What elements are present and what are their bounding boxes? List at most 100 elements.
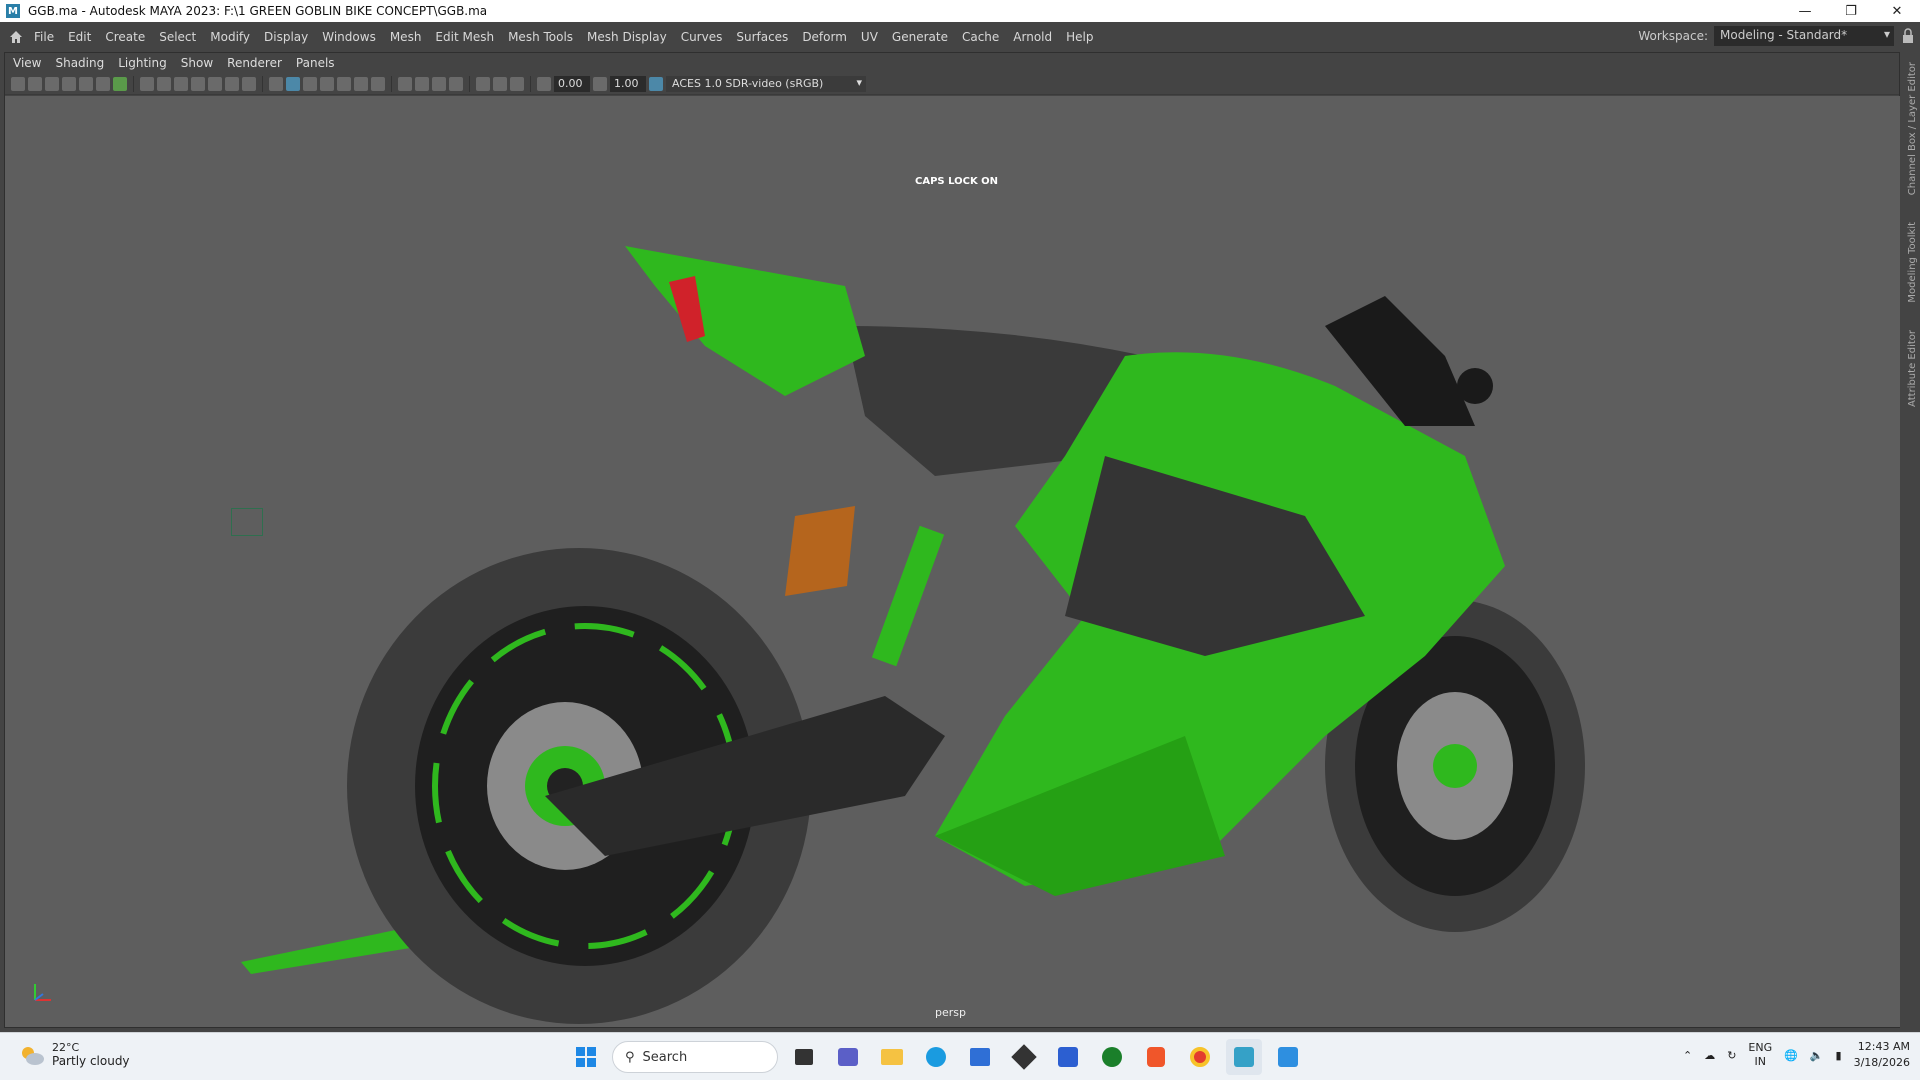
brave-icon[interactable]: [1138, 1039, 1174, 1075]
xray-components-icon[interactable]: [510, 76, 524, 91]
unity-icon[interactable]: [1006, 1039, 1042, 1075]
menu-file[interactable]: File: [34, 30, 54, 44]
search-label: Search: [642, 1049, 688, 1065]
menu-mesh-display[interactable]: Mesh Display: [587, 30, 667, 44]
lock-icon[interactable]: [1902, 28, 1914, 44]
smooth-shade-icon[interactable]: [286, 76, 300, 91]
xray-icon[interactable]: [371, 76, 385, 91]
tab-attribute-editor[interactable]: Attribute Editor: [1907, 330, 1918, 407]
shadows-icon[interactable]: [354, 76, 368, 91]
textured-icon[interactable]: [320, 76, 334, 91]
menu-uv[interactable]: UV: [861, 30, 878, 44]
menu-mesh-tools[interactable]: Mesh Tools: [508, 30, 573, 44]
weather-widget[interactable]: 22°C Partly cloudy: [18, 1041, 130, 1068]
clock[interactable]: 12:43 AM 3/18/2026: [1854, 1039, 1910, 1071]
wireframe-icon[interactable]: [269, 76, 283, 91]
color-management-icon[interactable]: [649, 76, 663, 91]
wireframe-on-shaded-icon[interactable]: [303, 76, 317, 91]
safe-title-icon[interactable]: [242, 76, 256, 91]
menu-modify[interactable]: Modify: [210, 30, 250, 44]
camera-attributes-icon[interactable]: [28, 76, 42, 91]
panel-menu-show[interactable]: Show: [181, 56, 213, 70]
exposure-field[interactable]: 0.00: [554, 75, 590, 92]
menu-curves[interactable]: Curves: [681, 30, 723, 44]
isolate-select-icon[interactable]: [476, 76, 490, 91]
use-all-lights-icon[interactable]: [337, 76, 351, 91]
teams-icon[interactable]: [830, 1039, 866, 1075]
viewport-panel: View Shading Lighting Show Renderer Pane…: [4, 52, 1901, 1028]
chrome-icon[interactable]: [1182, 1039, 1218, 1075]
xbox-icon[interactable]: [1094, 1039, 1130, 1075]
language-code: ENG: [1748, 1041, 1773, 1054]
pencil-icon[interactable]: [113, 76, 127, 91]
restore-icon[interactable]: ❐: [1828, 0, 1874, 22]
menu-arnold[interactable]: Arnold: [1013, 30, 1052, 44]
xray-joints-icon[interactable]: [493, 76, 507, 91]
exposure-icon[interactable]: [537, 76, 551, 91]
store-icon[interactable]: [962, 1039, 998, 1075]
bookmark-icon[interactable]: [45, 76, 59, 91]
panel-menu-renderer[interactable]: Renderer: [227, 56, 282, 70]
view-transform-dropdown[interactable]: ACES 1.0 SDR-video (sRGB): [666, 75, 866, 92]
gamma-field[interactable]: 1.00: [610, 75, 646, 92]
gate-mask-icon[interactable]: [191, 76, 205, 91]
sync-icon[interactable]: ↻: [1727, 1049, 1736, 1062]
menu-select[interactable]: Select: [159, 30, 196, 44]
grease-pencil-icon[interactable]: [96, 76, 110, 91]
menu-display[interactable]: Display: [264, 30, 308, 44]
menu-cache[interactable]: Cache: [962, 30, 999, 44]
minimize-icon[interactable]: —: [1782, 0, 1828, 22]
camera-name-label: persp: [935, 1006, 966, 1019]
panel-menu-lighting[interactable]: Lighting: [118, 56, 167, 70]
anti-aliasing-icon[interactable]: [432, 76, 446, 91]
menu-generate[interactable]: Generate: [892, 30, 948, 44]
taskbar-apps: ⚲ Search: [568, 1039, 1306, 1075]
maya-taskbar-icon[interactable]: [1226, 1039, 1262, 1075]
paint-icon[interactable]: [1270, 1039, 1306, 1075]
film-gate-icon[interactable]: [157, 76, 171, 91]
panel-menu-panels[interactable]: Panels: [296, 56, 335, 70]
camera-select-icon[interactable]: [11, 76, 25, 91]
depth-of-field-icon[interactable]: [449, 76, 463, 91]
resolution-gate-icon[interactable]: [174, 76, 188, 91]
start-icon[interactable]: [568, 1039, 604, 1075]
safe-action-icon[interactable]: [225, 76, 239, 91]
menu-deform[interactable]: Deform: [802, 30, 847, 44]
tab-channel-box[interactable]: Channel Box / Layer Editor: [1907, 62, 1918, 195]
app-icon[interactable]: [1050, 1039, 1086, 1075]
menu-help[interactable]: Help: [1066, 30, 1093, 44]
language-region: IN: [1754, 1055, 1767, 1068]
field-chart-icon[interactable]: [208, 76, 222, 91]
network-icon[interactable]: 🌐: [1784, 1049, 1798, 1062]
motion-blur-icon[interactable]: [415, 76, 429, 91]
taskbar-search[interactable]: ⚲ Search: [612, 1041, 778, 1073]
language-indicator[interactable]: ENG IN: [1748, 1041, 1772, 1069]
task-view-icon[interactable]: [786, 1039, 822, 1075]
home-icon[interactable]: [8, 29, 24, 45]
image-plane-icon[interactable]: [62, 76, 76, 91]
file-explorer-icon[interactable]: [874, 1039, 910, 1075]
tab-modeling-toolkit[interactable]: Modeling Toolkit: [1907, 222, 1918, 303]
2d-pan-zoom-icon[interactable]: [79, 76, 93, 91]
menu-create[interactable]: Create: [105, 30, 145, 44]
3d-viewport[interactable]: CAPS LOCK ON persp: [5, 96, 1901, 1027]
close-icon[interactable]: ✕: [1874, 0, 1920, 22]
grid-icon[interactable]: [140, 76, 154, 91]
panel-menu-shading[interactable]: Shading: [55, 56, 104, 70]
menu-edit-mesh[interactable]: Edit Mesh: [435, 30, 494, 44]
title-bar: M GGB.ma - Autodesk MAYA 2023: F:\1 GREE…: [0, 0, 1920, 22]
menu-edit[interactable]: Edit: [68, 30, 91, 44]
workspace-dropdown[interactable]: Modeling - Standard*: [1714, 26, 1894, 46]
chevron-up-icon[interactable]: ⌃: [1683, 1049, 1692, 1062]
panel-menu-view[interactable]: View: [13, 56, 41, 70]
edge-icon[interactable]: [918, 1039, 954, 1075]
battery-icon[interactable]: ▮: [1836, 1049, 1842, 1062]
motorcycle-model[interactable]: [5, 96, 1901, 1027]
menu-surfaces[interactable]: Surfaces: [736, 30, 788, 44]
volume-icon[interactable]: 🔈: [1810, 1049, 1824, 1062]
menu-windows[interactable]: Windows: [322, 30, 376, 44]
ambient-occlusion-icon[interactable]: [398, 76, 412, 91]
gamma-icon[interactable]: [593, 76, 607, 91]
menu-mesh[interactable]: Mesh: [390, 30, 422, 44]
cloud-off-icon[interactable]: ☁: [1704, 1049, 1715, 1062]
